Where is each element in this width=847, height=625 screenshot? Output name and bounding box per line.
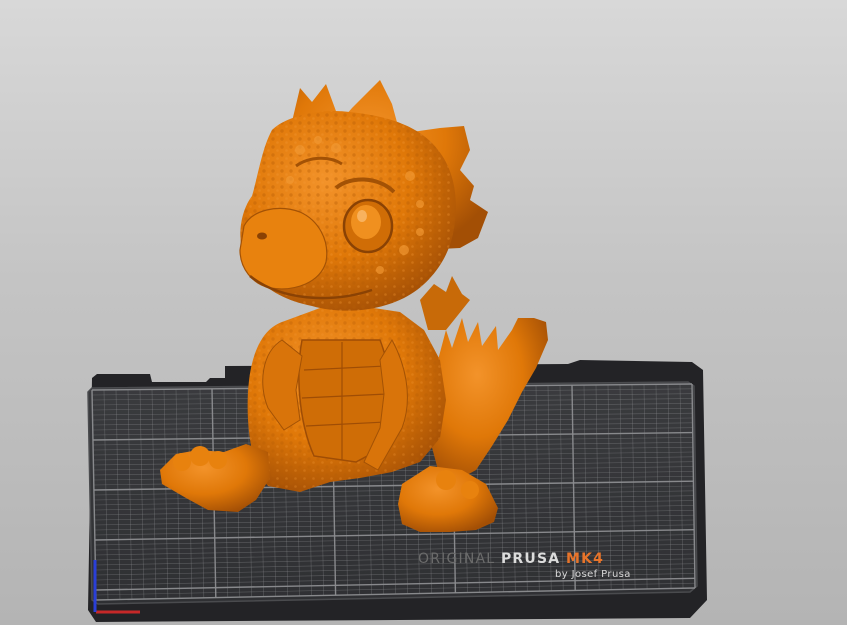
logo-subtitle: by Josef Prusa <box>555 569 631 580</box>
logo-model-text: MK4 <box>565 551 605 567</box>
logo-prusa-text: PRUSA <box>500 551 561 567</box>
left-toe-3 <box>209 451 227 469</box>
nostril <box>257 232 267 240</box>
logo-original-text: ORIGINAL <box>418 551 496 567</box>
left-toe-2 <box>190 446 210 466</box>
eye-ball <box>351 205 381 239</box>
right-toe-1 <box>436 470 456 490</box>
scene-canvas[interactable] <box>0 0 847 625</box>
left-toe-1 <box>173 453 191 471</box>
bed-logo: ORIGINAL PRUSA MK4 <box>418 551 604 567</box>
right-toe-2 <box>461 481 479 499</box>
eye-highlight <box>357 210 367 222</box>
3d-viewport[interactable]: ORIGINAL PRUSA MK4 by Josef Prusa <box>0 0 847 625</box>
